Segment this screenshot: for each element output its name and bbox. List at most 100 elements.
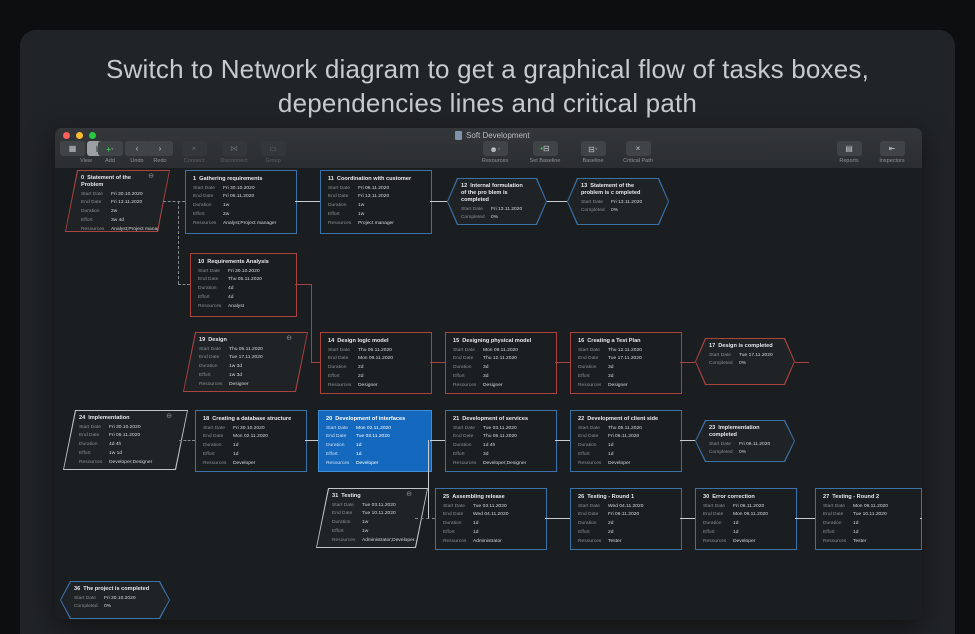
dependency-line <box>920 518 922 519</box>
task-node-31[interactable]: ⊖31TestingStart DateTue 03.11.2020End Da… <box>316 488 428 548</box>
task-id: 22 <box>578 416 584 422</box>
inspectors-button[interactable]: ⇤ <box>880 141 905 156</box>
dependency-line <box>555 362 570 363</box>
minimize-button[interactable] <box>76 132 83 139</box>
field-label: End Date <box>823 513 853 518</box>
field-value: 1d 4h <box>483 444 495 449</box>
title-bar: Soft Development ▦ ▤ View +∨ Add ‹ Undo <box>55 128 922 169</box>
task-node-20[interactable]: 20Development of interfacesStart DateMon… <box>318 410 432 472</box>
baseline-button[interactable]: ⊟∨ <box>581 141 606 156</box>
field-label: End Date <box>332 512 362 517</box>
field-value: 1w <box>362 530 368 535</box>
task-node-22[interactable]: 22Development of client sideStart DateTh… <box>570 410 682 472</box>
task-field-row: Effort3d <box>453 375 550 380</box>
task-field-row: End DateTue 10.11.2020 <box>823 513 915 518</box>
task-node-23[interactable]: 23Implementation completedStart DateFri … <box>695 420 795 462</box>
task-field-row: Start DateFri 13.11.2020 <box>461 208 536 213</box>
task-node-27[interactable]: 27Testing - Round 2Start DateMon 09.11.2… <box>815 488 922 550</box>
app-window: Soft Development ▦ ▤ View +∨ Add ‹ Undo <box>55 128 922 620</box>
field-label: Effort <box>578 531 608 536</box>
field-value: 1d <box>733 531 738 536</box>
field-value: Fri 06.11.2020 <box>358 187 389 192</box>
field-value: 3d <box>608 375 613 380</box>
connect-button[interactable]: × <box>182 141 207 156</box>
task-node-26[interactable]: 26Testing - Round 1Start DateWed 04.11.2… <box>570 488 682 550</box>
task-node-12[interactable]: 12Internal formulation of the pro blem i… <box>447 178 547 225</box>
task-body: 15Designing physical modelStart DateMon … <box>447 334 555 392</box>
field-value: Thu 05.11.2020 <box>228 278 262 283</box>
task-field-row: Start DateTue 17.11.2020 <box>709 354 784 359</box>
field-label: Start Date <box>578 505 608 510</box>
dependency-line <box>547 201 567 202</box>
task-field-row: ResourcesDesigner <box>328 384 425 389</box>
task-node-14[interactable]: 14Design logic modelStart DateThu 05.11.… <box>320 332 432 394</box>
view-workbreakdown-button[interactable]: ▦ <box>60 141 85 156</box>
task-id: 16 <box>578 338 584 344</box>
task-field-row: Duration1d <box>203 444 300 449</box>
critical-path-button[interactable]: × <box>626 141 651 156</box>
resources-button[interactable]: ☻∨ <box>483 141 508 156</box>
field-label: Start Date <box>461 208 491 213</box>
add-button[interactable]: +∨ <box>98 141 123 156</box>
field-value: 0% <box>104 605 111 610</box>
field-label: Resources <box>578 462 608 467</box>
task-node-15[interactable]: 15Designing physical modelStart DateMon … <box>445 332 557 394</box>
task-body: 23Implementation completedStart DateFri … <box>696 421 794 461</box>
disconnect-icon-button[interactable]: ⋈ <box>222 141 247 156</box>
task-id: 25 <box>443 494 449 500</box>
field-label: Start Date <box>328 187 358 192</box>
task-node-19[interactable]: ⊖19DesignStart DateThu 05.11.2020End Dat… <box>183 332 308 392</box>
field-value: Developer <box>608 462 630 467</box>
field-value: Developer <box>233 462 255 467</box>
task-id: 21 <box>453 416 459 422</box>
dependency-line <box>545 518 570 519</box>
redo-button[interactable]: › <box>148 141 173 156</box>
undo-button[interactable]: ‹ <box>125 141 150 156</box>
task-node-30[interactable]: 30Error correctionStart DateFri 06.11.20… <box>695 488 797 550</box>
task-field-row: Effort2d <box>328 375 425 380</box>
field-label: Start Date <box>709 354 739 359</box>
task-field-row: Effort1w <box>332 530 413 535</box>
task-node-21[interactable]: 21Development of servicesStart DateTue 0… <box>445 410 557 472</box>
task-node-0[interactable]: ⊖0Statement of the ProblemStart DateFri … <box>65 170 170 232</box>
traffic-lights[interactable] <box>63 132 96 139</box>
dependency-line <box>430 201 447 202</box>
task-field-row: Duration1w <box>332 521 413 526</box>
task-field-row: ResourcesDesigner <box>199 383 293 388</box>
task-field-row: ResourcesAdministrator <box>443 540 540 545</box>
task-title: 27Testing - Round 2 <box>823 494 915 501</box>
field-label: Effort <box>79 452 109 457</box>
dependency-line <box>295 201 320 202</box>
task-node-18[interactable]: 18Creating a database structureStart Dat… <box>195 410 307 472</box>
close-button[interactable] <box>63 132 70 139</box>
task-name: Designing physical model <box>462 338 531 344</box>
group-button[interactable]: ▭ <box>261 141 286 156</box>
task-node-25[interactable]: 25Assembling releaseStart DateTue 03.11.… <box>435 488 547 550</box>
task-field-row: Effort1d <box>326 453 425 458</box>
task-id: 11 <box>328 176 334 182</box>
field-label: Start Date <box>193 187 223 192</box>
field-value: 0% <box>739 451 746 456</box>
task-node-16[interactable]: 16Creating a Test PlanStart DateThu 12.1… <box>570 332 682 394</box>
task-node-10[interactable]: 10Requirements AnalysisStart DateFri 30.… <box>190 253 297 317</box>
network-canvas[interactable]: ⊖0Statement of the ProblemStart DateFri … <box>55 168 922 620</box>
field-label: Duration <box>198 287 228 292</box>
task-node-13[interactable]: 13Statement of the problem is c ompleted… <box>567 178 669 225</box>
task-node-17[interactable]: 17Design is completedStart DateTue 17.11… <box>695 338 795 385</box>
task-field-row: Effort1d <box>578 453 675 458</box>
reports-button[interactable]: ▤ <box>837 141 862 156</box>
task-node-24[interactable]: ⊖24ImplementationStart DateFri 30.10.202… <box>63 410 188 470</box>
task-field-row: Duration4d <box>198 287 290 292</box>
task-field-row: ResourcesDeveloper <box>578 462 675 467</box>
field-value: Designer <box>608 384 628 389</box>
task-field-row: Effort4d <box>198 296 290 301</box>
task-node-1[interactable]: 1Gathering requirementsStart DateFri 30.… <box>185 170 297 234</box>
task-node-36[interactable]: 36The project is completedStart DateFri … <box>60 581 170 619</box>
task-body: 26Testing - Round 1Start DateWed 04.11.2… <box>572 490 680 548</box>
task-body: 17Design is completedStart DateTue 17.11… <box>696 339 794 384</box>
set-baseline-button[interactable]: •⊟ <box>533 141 558 156</box>
task-field-row: Start DateMon 02.11.2020 <box>326 427 425 432</box>
zoom-button[interactable] <box>89 132 96 139</box>
task-field-row: Duration2d <box>578 522 675 527</box>
task-node-11[interactable]: 11Coordination with customerStart DateFr… <box>320 170 432 234</box>
